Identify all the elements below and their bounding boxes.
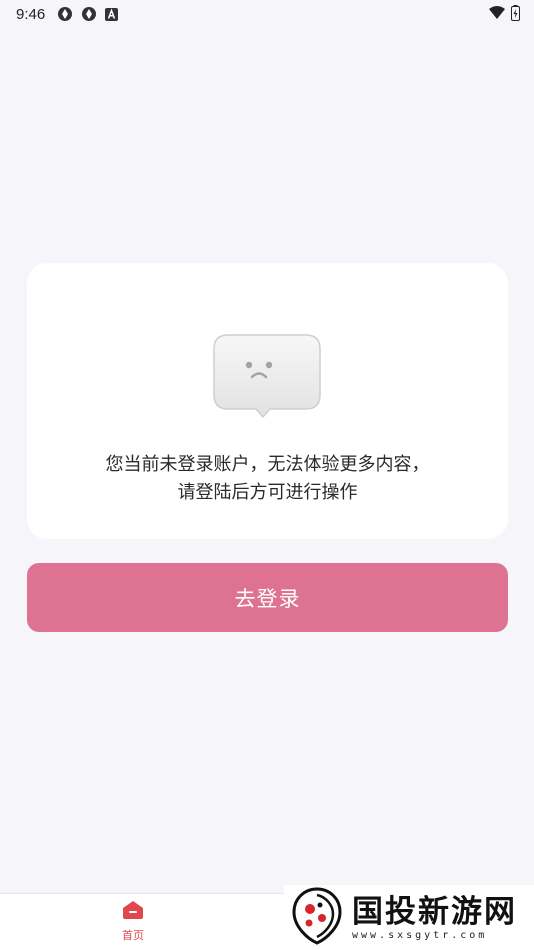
message-line-2: 请登陆后方可进行操作	[177, 482, 358, 503]
home-icon	[122, 900, 144, 924]
tab-home-label: 首页	[122, 929, 144, 942]
watermark-title: 国投新游网	[352, 894, 517, 930]
battery-icon	[511, 5, 520, 25]
sync-icon	[57, 6, 73, 22]
watermark-logo-icon	[286, 885, 348, 950]
wifi-icon	[489, 6, 505, 24]
status-right	[489, 5, 520, 25]
tab-home[interactable]: 首页	[105, 900, 161, 948]
watermark-text: 国投新游网 www.sxsgytr.com	[352, 894, 517, 941]
status-bar: 9:46	[0, 0, 534, 28]
font-icon	[105, 7, 119, 21]
sad-face-bubble-icon	[210, 333, 324, 419]
login-required-message: 您当前未登录账户，无法体验更多内容， 请登陆后方可进行操作	[27, 451, 508, 507]
status-time: 9:46	[16, 5, 46, 23]
watermark-url: www.sxsgytr.com	[352, 930, 488, 941]
login-required-card: 您当前未登录账户，无法体验更多内容， 请登陆后方可进行操作	[27, 263, 508, 539]
sync-icon	[81, 6, 97, 22]
site-watermark: 国投新游网 www.sxsgytr.com	[284, 885, 534, 950]
message-line-1: 您当前未登录账户，无法体验更多内容，	[105, 454, 430, 475]
go-login-button[interactable]: 去登录	[27, 563, 508, 632]
